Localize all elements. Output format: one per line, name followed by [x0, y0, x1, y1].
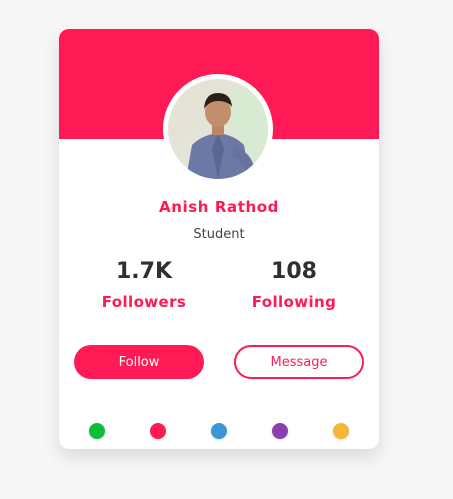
following-count: 108	[271, 259, 317, 284]
avatar-photo	[168, 79, 268, 179]
follow-button[interactable]: Follow	[74, 345, 204, 379]
following-label: Following	[251, 293, 337, 311]
theme-swatch-pink[interactable]	[150, 423, 166, 439]
profile-role: Student	[193, 227, 245, 242]
followers-count: 1.7K	[115, 259, 173, 284]
followers-label: Followers	[101, 293, 187, 311]
message-button[interactable]: Message	[234, 345, 364, 379]
theme-swatch-purple[interactable]	[272, 423, 288, 439]
profile-name: Anish Rathod	[158, 198, 280, 216]
theme-swatch-yellow[interactable]	[333, 423, 349, 439]
theme-swatch-blue[interactable]	[211, 423, 227, 439]
theme-swatch-green[interactable]	[89, 423, 105, 439]
following-stat: 108 Following	[219, 257, 369, 311]
avatar	[163, 74, 273, 184]
followers-stat: 1.7K Followers	[69, 257, 219, 311]
theme-color-picker	[59, 423, 379, 443]
profile-card: Anish Rathod Student 1.7K Followers 108 …	[59, 29, 379, 449]
